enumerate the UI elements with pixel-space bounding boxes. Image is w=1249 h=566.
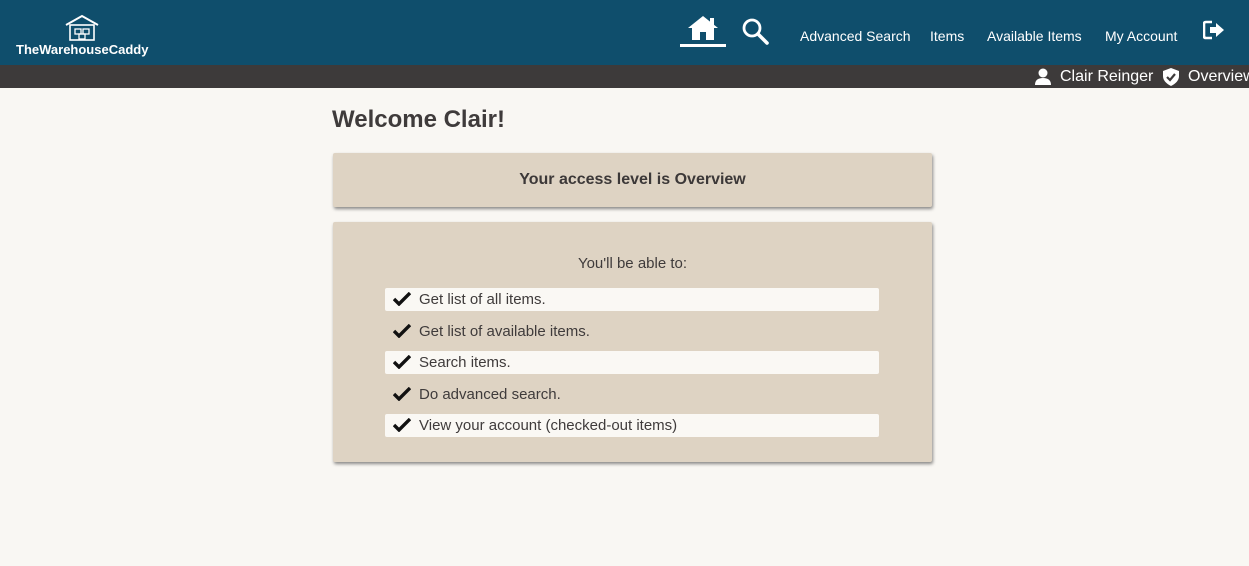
permissions-card: You'll be able to: Get list of all items… xyxy=(333,222,932,462)
check-icon xyxy=(393,418,411,433)
permission-item: Search items. xyxy=(385,351,879,375)
permission-label: Get list of all items. xyxy=(419,291,546,308)
check-icon xyxy=(393,386,411,401)
check-icon xyxy=(393,292,411,306)
check-icon xyxy=(393,323,411,338)
home-icon xyxy=(688,16,718,40)
access-level-label: Overview xyxy=(1188,68,1249,85)
access-level-card: Your access level is Overview xyxy=(333,153,932,207)
permission-item: View your account (checked-out items) xyxy=(385,414,879,438)
active-tab-indicator xyxy=(680,44,726,47)
brand-name: TheWarehouseCaddy xyxy=(16,42,149,57)
permission-label: Do advanced search. xyxy=(419,385,561,403)
nav-available-items[interactable]: Available Items xyxy=(987,28,1082,44)
welcome-heading: Welcome Clair! xyxy=(332,106,505,133)
nav-advanced-search[interactable]: Advanced Search xyxy=(800,28,911,44)
search-icon[interactable] xyxy=(741,17,769,45)
permission-label: Get list of available items. xyxy=(419,322,590,340)
logout-icon[interactable] xyxy=(1203,20,1225,40)
nav-home[interactable] xyxy=(680,12,726,48)
permission-label: Search items. xyxy=(419,354,511,372)
nav-items[interactable]: Items xyxy=(930,28,964,44)
permission-label: View your account (checked-out items) xyxy=(419,417,678,435)
top-navbar: TheWarehouseCaddy Advanced Search Items … xyxy=(0,0,1249,65)
permissions-intro: You'll be able to: xyxy=(577,255,688,272)
shield-check-icon xyxy=(1163,68,1179,86)
user-status-bar: Clair Reinger Overview xyxy=(0,65,1249,88)
user-icon xyxy=(1035,68,1051,85)
permission-item: Do advanced search. xyxy=(385,383,879,406)
brand-logo[interactable]: TheWarehouseCaddy xyxy=(16,12,150,58)
nav-my-account[interactable]: My Account xyxy=(1105,28,1177,44)
warehouse-icon xyxy=(65,14,99,41)
permission-item: Get list of all items. xyxy=(385,288,879,311)
permission-item: Get list of available items. xyxy=(385,320,879,343)
check-icon xyxy=(393,355,411,370)
access-level-message: Your access level is Overview xyxy=(519,171,746,188)
user-name: Clair Reinger xyxy=(1060,68,1154,85)
permissions-list: Get list of all items. Get list of avail… xyxy=(385,288,879,446)
